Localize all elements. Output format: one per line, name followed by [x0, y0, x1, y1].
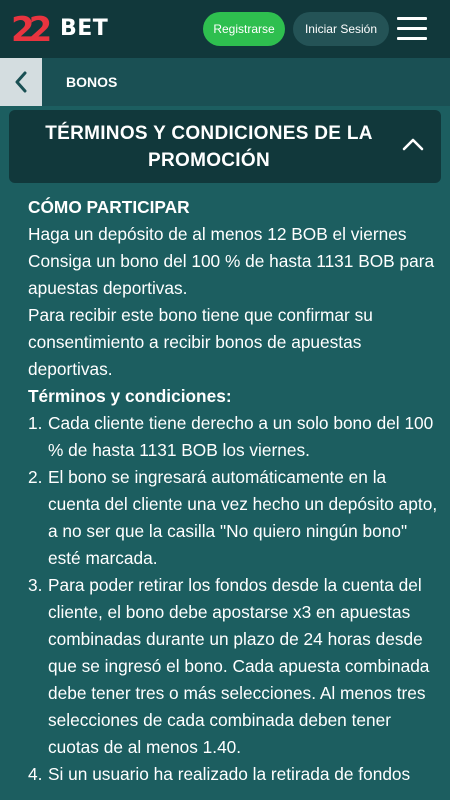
list-item-text: El bono se ingresará automáticamente en … — [48, 467, 438, 568]
svg-text:22: 22 — [11, 11, 50, 45]
hamburger-menu-icon[interactable] — [397, 17, 427, 41]
list-item: 2. El bono se ingresará automáticamente … — [28, 464, 442, 572]
accordion-title: TÉRMINOS Y CONDICIONES DE LA PROMOCIÓN — [45, 123, 373, 171]
list-item-number: 2. — [28, 467, 43, 487]
list-item-number: 1. — [28, 413, 43, 433]
how-to-participate-heading: CÓMO PARTICIPAR — [28, 197, 190, 217]
terms-list: 1. Cada cliente tiene derecho a un solo … — [28, 410, 442, 788]
intro-paragraph-3: Para recibir este bono tiene que confirm… — [28, 305, 373, 379]
terms-heading: Términos y condiciones: — [28, 386, 232, 406]
terms-accordion-header[interactable]: TÉRMINOS Y CONDICIONES DE LA PROMOCIÓN — [9, 110, 441, 183]
list-item: 3. Para poder retirar los fondos desde l… — [28, 572, 442, 761]
back-button[interactable] — [0, 58, 42, 106]
page-title: BONOS — [66, 74, 118, 90]
list-item-text: Para poder retirar los fondos desde la c… — [48, 575, 430, 757]
terms-content: CÓMO PARTICIPAR Haga un depósito de al m… — [28, 194, 442, 788]
chevron-left-icon — [15, 71, 27, 93]
list-item-number: 3. — [28, 575, 43, 595]
logo-22-badge: 22 — [11, 11, 56, 45]
list-item-text: Cada cliente tiene derecho a un solo bon… — [48, 413, 434, 460]
list-item: 4. Si un usuario ha realizado la retirad… — [28, 761, 442, 788]
register-button[interactable]: Registrarse — [203, 12, 285, 46]
intro-paragraph-1: Haga un depósito de al menos 12 BOB el v… — [28, 224, 407, 244]
list-item-text: Si un usuario ha realizado la retirada d… — [48, 764, 411, 784]
logo[interactable]: 22 BET — [11, 11, 108, 45]
list-item-number: 4. — [28, 764, 43, 784]
sub-navigation: BONOS — [0, 58, 450, 106]
list-item: 1. Cada cliente tiene derecho a un solo … — [28, 410, 442, 464]
chevron-up-icon[interactable] — [401, 135, 425, 153]
logo-text: BET — [60, 15, 109, 41]
login-button[interactable]: Iniciar Sesión — [293, 12, 389, 46]
top-bar: 22 BET Registrarse Iniciar Sesión — [0, 0, 450, 58]
intro-paragraph-2: Consiga un bono del 100 % de hasta 1131 … — [28, 251, 435, 298]
